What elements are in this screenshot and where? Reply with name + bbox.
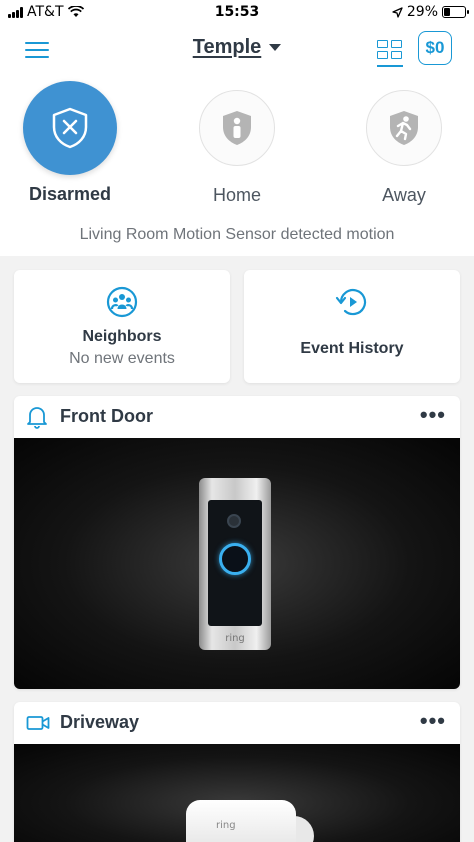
more-options-button[interactable]: ••• [420, 708, 446, 734]
location-name: Temple [192, 36, 262, 58]
status-right: 29% [392, 4, 469, 20]
camera-brand: ring [216, 820, 236, 831]
camera-feed[interactable]: ring [14, 438, 460, 689]
shield-person-icon [223, 111, 251, 145]
more-options-button[interactable]: ••• [420, 402, 446, 428]
mode-status-text: Living Room Motion Sensor detected motio… [79, 226, 395, 243]
mode-disarmed-circle [23, 81, 117, 175]
doorbell-button [219, 543, 251, 575]
neighbors-tile[interactable]: Neighbors No new events [14, 270, 230, 383]
shield-running-icon [390, 111, 418, 145]
location-dropdown[interactable]: Temple [193, 36, 282, 59]
mode-home-label: Home [212, 185, 261, 205]
card-header: Front Door ••• [14, 396, 460, 438]
neighbors-subtitle: No new events [69, 350, 175, 367]
location-arrow-icon [392, 6, 403, 18]
battery-level [444, 8, 450, 16]
grid-view-underline [377, 65, 403, 67]
mode-away-circle [366, 90, 442, 166]
grid-cell [391, 51, 402, 59]
mode-disarmed[interactable]: Disarmed [0, 76, 140, 205]
grid-cell [377, 51, 388, 59]
event-history-tile[interactable]: Event History [244, 270, 460, 383]
app-header: Temple $0 [0, 26, 474, 76]
mode-away-label: Away [382, 185, 426, 205]
history-play-icon [335, 289, 367, 316]
doorbell-brand: ring [225, 633, 245, 644]
event-history-title: Event History [300, 340, 404, 357]
doorbell-image: ring [199, 478, 271, 650]
battery-percent: 29% [406, 4, 438, 20]
caret-down-icon [269, 44, 282, 51]
neighbors-title: Neighbors [82, 328, 162, 345]
doorbell-lens [227, 514, 241, 528]
card-header: Driveway ••• [14, 702, 460, 744]
bell-icon [27, 407, 47, 429]
mode-home[interactable]: Home [167, 76, 307, 206]
spotlight-camera-image: ring [186, 800, 296, 842]
doorbell-face [208, 500, 262, 626]
battery-icon [442, 6, 469, 18]
security-modes: Disarmed Home Away Living Room Motion Se… [0, 76, 474, 256]
grid-icon [377, 40, 388, 48]
balance-button[interactable]: $0 [418, 31, 452, 65]
mode-disarmed-label: Disarmed [28, 184, 112, 204]
device-card-driveway[interactable]: Driveway ••• ring [14, 702, 460, 842]
device-card-front-door[interactable]: Front Door ••• ring [14, 396, 460, 689]
grid-cell [391, 40, 402, 48]
device-name: Front Door [60, 406, 153, 426]
shield-x-icon [52, 107, 88, 149]
video-camera-icon [26, 716, 50, 730]
mode-away[interactable]: Away [334, 76, 474, 206]
neighbors-icon [106, 286, 138, 318]
status-bar: AT&T 15:53 29% [0, 0, 474, 26]
device-name: Driveway [60, 712, 140, 732]
grid-view-button[interactable] [377, 40, 403, 62]
camera-feed[interactable]: ring [14, 744, 460, 842]
mode-home-circle [199, 90, 275, 166]
